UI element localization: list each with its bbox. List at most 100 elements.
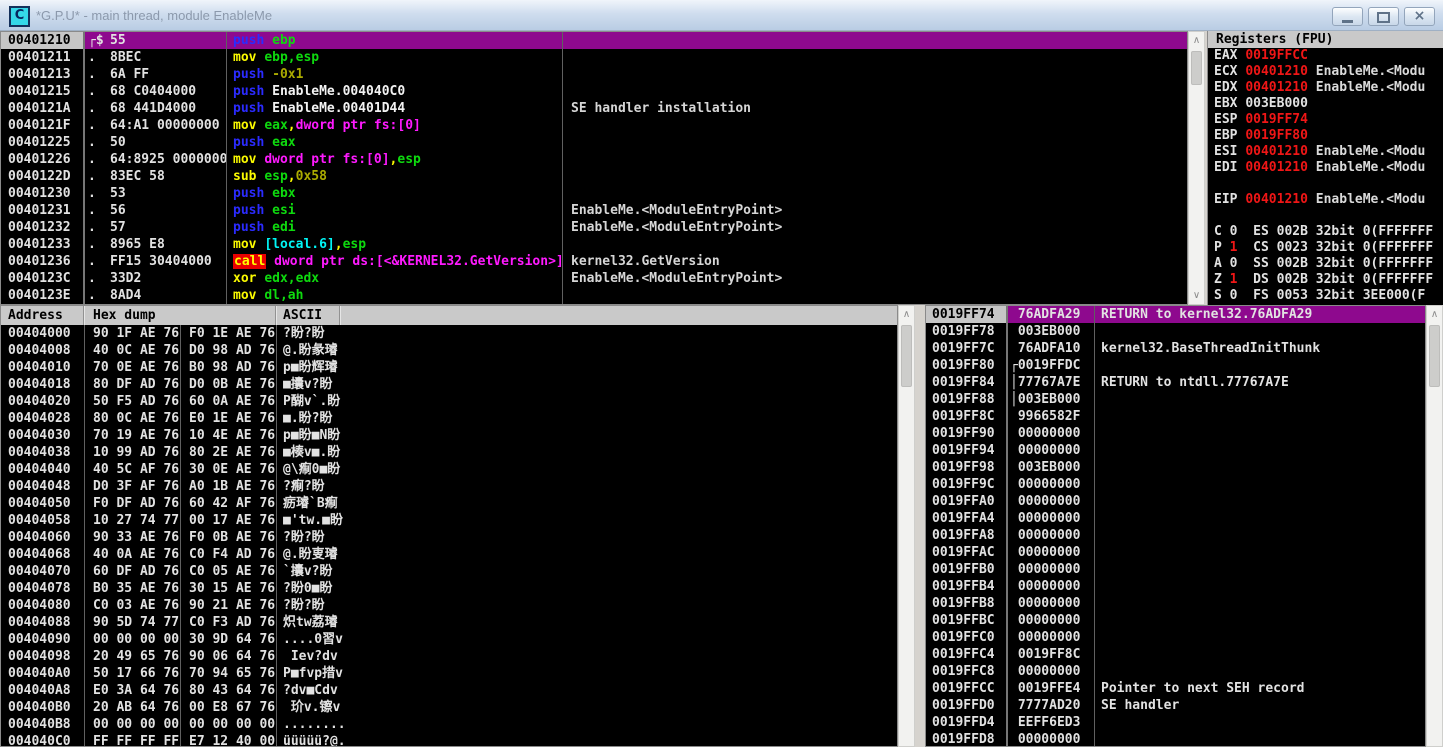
stack-row[interactable]: 0019FFD8 00000000 [926, 731, 1425, 747]
scroll-up-icon[interactable]: ∧ [1427, 307, 1442, 322]
stack-row[interactable]: 0019FF98 003EB000 [926, 459, 1425, 476]
dump-row[interactable]: 00404050F0 DF AD 7660 42 AF 76疬璿`B痸 [1, 495, 897, 512]
scrollbar-thumb[interactable] [1191, 51, 1202, 85]
stack-row[interactable]: 0019FF80┌0019FFDC [926, 357, 1425, 374]
disasm-row[interactable]: 00401231.56push esiEnableMe.<ModuleEntry… [1, 202, 1187, 219]
dump-row[interactable]: 0040402050 F5 AD 7660 0A AE 76P醐v`.盼 [1, 393, 897, 410]
scroll-up-icon[interactable]: ∧ [899, 307, 914, 322]
dump-row[interactable]: 004040B020 AB 64 7600 E8 67 76 玠v.镲v [1, 699, 897, 716]
stack-row[interactable]: 0019FF84│77767A7ERETURN to ntdll.77767A7… [926, 374, 1425, 391]
dump-row[interactable]: 0040408890 5D 74 77C0 F3 AD 76炽tw荔璿 [1, 614, 897, 631]
disasm-row[interactable]: 00401211.8BECmov ebp,esp [1, 49, 1187, 66]
stack-row[interactable]: 0019FFA4 00000000 [926, 510, 1425, 527]
register-row[interactable]: EDX 00401210 EnableMe.<Modu [1208, 80, 1443, 96]
disasm-row[interactable]: 00401236.FF15 30404000call dword ptr ds:… [1, 253, 1187, 270]
register-gap [1208, 208, 1443, 224]
disasm-row[interactable]: 00401226.64:8925 00000000mov dword ptr f… [1, 151, 1187, 168]
dump-row[interactable]: 0040403810 99 AD 7680 2E AE 76■楱v■.盼 [1, 444, 897, 461]
register-row[interactable]: EIP 00401210 EnableMe.<Modu [1208, 192, 1443, 208]
stack-row[interactable]: 0019FFB4 00000000 [926, 578, 1425, 595]
dump-row[interactable]: 004040A8E0 3A 64 7680 43 64 76?dv■Cdv [1, 682, 897, 699]
stack-row[interactable]: 0019FFB8 00000000 [926, 595, 1425, 612]
dump-row[interactable]: 004040B800 00 00 0000 00 00 00........ [1, 716, 897, 733]
stack-row[interactable]: 0019FF88│003EB000 [926, 391, 1425, 408]
disasm-row[interactable]: 00401215.68 C0404000push EnableMe.004040… [1, 83, 1187, 100]
disasm-row[interactable]: 0040123E.8AD4mov dl,ah [1, 287, 1187, 304]
dump-row[interactable]: 0040400090 1F AE 76F0 1E AE 76?盼?盼 [1, 325, 897, 342]
disasm-row[interactable]: 00401233.8965 E8mov [local.6],esp [1, 236, 1187, 253]
dump-row[interactable]: 0040409820 49 65 7690 06 64 76 Iev?dv [1, 648, 897, 665]
stack-row[interactable]: 0019FFD0 7777AD20SE handler [926, 697, 1425, 714]
dump-row[interactable]: 0040406840 0A AE 76C0 F4 AD 76@.盼叓璿 [1, 546, 897, 563]
register-row[interactable]: EDI 00401210 EnableMe.<Modu [1208, 160, 1443, 176]
disasm-row[interactable]: 0040122D.83EC 58sub esp,0x58 [1, 168, 1187, 185]
instruction-text: xor edx,edx [227, 270, 563, 287]
dump-row[interactable]: 0040405810 27 74 7700 17 AE 76■'tw.■盼 [1, 512, 897, 529]
flag-row[interactable]: P 1 CS 0023 32bit 0(FFFFFFF [1208, 240, 1443, 256]
dump-row[interactable]: 0040400840 0C AE 76D0 98 AD 76@.盼彖璿 [1, 342, 897, 359]
register-row[interactable]: EAX 0019FFCC [1208, 48, 1443, 64]
stack-row[interactable]: 0019FF90 00000000 [926, 425, 1425, 442]
dump-row[interactable]: 0040401070 0E AE 76B0 98 AD 76p■盼辉璿 [1, 359, 897, 376]
disasm-row[interactable]: 00401225.50push eax [1, 134, 1187, 151]
dump-row[interactable]: 00404048D0 3F AF 76A0 1B AE 76?痸?盼 [1, 478, 897, 495]
ascii-text: üüüüü?@. [277, 733, 897, 747]
stack-scrollbar[interactable]: ∧ [1426, 305, 1443, 747]
stack-row[interactable]: 0019FF78 003EB000 [926, 323, 1425, 340]
stack-row[interactable]: 0019FFCC 0019FFE4Pointer to next SEH rec… [926, 680, 1425, 697]
stack-row[interactable]: 0019FFB0 00000000 [926, 561, 1425, 578]
stack-row[interactable]: 0019FF9C 00000000 [926, 476, 1425, 493]
stack-row[interactable]: 0019FFBC 00000000 [926, 612, 1425, 629]
dump-row[interactable]: 00404078B0 35 AE 7630 15 AE 76?盼0■盼 [1, 580, 897, 597]
register-row[interactable]: EBX 003EB000 [1208, 96, 1443, 112]
scroll-up-icon[interactable]: ∧ [1189, 33, 1204, 48]
dump-row[interactable]: 004040A050 17 66 7670 94 65 76P■fvp措v [1, 665, 897, 682]
scrollbar-thumb[interactable] [1429, 325, 1440, 387]
stack-row[interactable]: 0019FFC0 00000000 [926, 629, 1425, 646]
stack-row[interactable]: 0019FFAC 00000000 [926, 544, 1425, 561]
dump-row[interactable]: 0040403070 19 AE 7610 4E AE 76p■盼■N盼 [1, 427, 897, 444]
disasm-row[interactable]: 0040123C.33D2xor edx,edxEnableMe.<Module… [1, 270, 1187, 287]
disasm-row[interactable]: 00401210┌$55push ebp [1, 32, 1187, 49]
dump-row[interactable]: 0040409000 00 00 0030 9D 64 76....0習v [1, 631, 897, 648]
disasm-row[interactable]: 00401230.53push ebx [1, 185, 1187, 202]
register-row[interactable]: EBP 0019FF80 [1208, 128, 1443, 144]
register-row[interactable]: ESI 00401210 EnableMe.<Modu [1208, 144, 1443, 160]
stack-row[interactable]: 0019FF94 00000000 [926, 442, 1425, 459]
dump-row[interactable]: 0040401880 DF AD 76D0 0B AE 76■攮v?盼 [1, 376, 897, 393]
flag-row[interactable]: Z 1 DS 002B 32bit 0(FFFFFFF [1208, 272, 1443, 288]
dump-row[interactable]: 00404080C0 03 AE 7690 21 AE 76?盼?盼 [1, 597, 897, 614]
restore-button[interactable] [1368, 7, 1399, 26]
dump-row[interactable]: 0040404040 5C AF 7630 0E AE 76@\痸0■盼 [1, 461, 897, 478]
dump-row[interactable]: 0040406090 33 AE 76F0 0B AE 76?盼?盼 [1, 529, 897, 546]
disasm-row[interactable]: 00401213.6A FFpush -0x1 [1, 66, 1187, 83]
minimize-button[interactable] [1332, 7, 1363, 26]
disassembly-scrollbar[interactable]: ∧ ∨ [1188, 31, 1205, 305]
dump-row[interactable]: 0040402880 0C AE 76E0 1E AE 76■.盼?盼 [1, 410, 897, 427]
register-row[interactable]: ECX 00401210 EnableMe.<Modu [1208, 64, 1443, 80]
app-icon[interactable]: C [9, 6, 30, 27]
stack-row[interactable]: 0019FF74 76ADFA29RETURN to kernel32.76AD… [926, 306, 1425, 323]
dump-scrollbar[interactable]: ∧ [898, 305, 915, 747]
flag-row[interactable]: S 0 FS 0053 32bit 3EE000(F [1208, 288, 1443, 304]
scroll-down-icon[interactable]: ∨ [1189, 288, 1204, 303]
stack-row[interactable]: 0019FF7C 76ADFA10kernel32.BaseThreadInit… [926, 340, 1425, 357]
scrollbar-thumb[interactable] [901, 325, 912, 387]
register-row[interactable]: ESP 0019FF74 [1208, 112, 1443, 128]
stack-row[interactable]: 0019FF8C 9966582F [926, 408, 1425, 425]
flag-row[interactable]: C 0 ES 002B 32bit 0(FFFFFFF [1208, 224, 1443, 240]
disasm-row[interactable]: 0040121A.68 441D4000push EnableMe.00401D… [1, 100, 1187, 117]
stack-row[interactable]: 0019FFD4 EEFF6ED3 [926, 714, 1425, 731]
disasm-row[interactable]: 0040121F.64:A1 00000000mov eax,dword ptr… [1, 117, 1187, 134]
title-bar[interactable]: C *G.P.U* - main thread, module EnableMe… [0, 0, 1443, 31]
disasm-row[interactable]: 00401232.57push ediEnableMe.<ModuleEntry… [1, 219, 1187, 236]
dump-row[interactable]: 004040C0FF FF FF FFE7 12 40 00üüüüü?@. [1, 733, 897, 747]
dump-row[interactable]: 0040407060 DF AD 76C0 05 AE 76`攮v?盼 [1, 563, 897, 580]
flag-row[interactable]: A 0 SS 002B 32bit 0(FFFFFFF [1208, 256, 1443, 272]
stack-row[interactable]: 0019FFC4 0019FF8C [926, 646, 1425, 663]
stack-row[interactable]: 0019FFC8 00000000 [926, 663, 1425, 680]
close-button[interactable]: × [1404, 7, 1435, 26]
stack-row[interactable]: 0019FFA0 00000000 [926, 493, 1425, 510]
stack-row[interactable]: 0019FFA8 00000000 [926, 527, 1425, 544]
instruction-text: mov ebp,esp [227, 49, 563, 66]
